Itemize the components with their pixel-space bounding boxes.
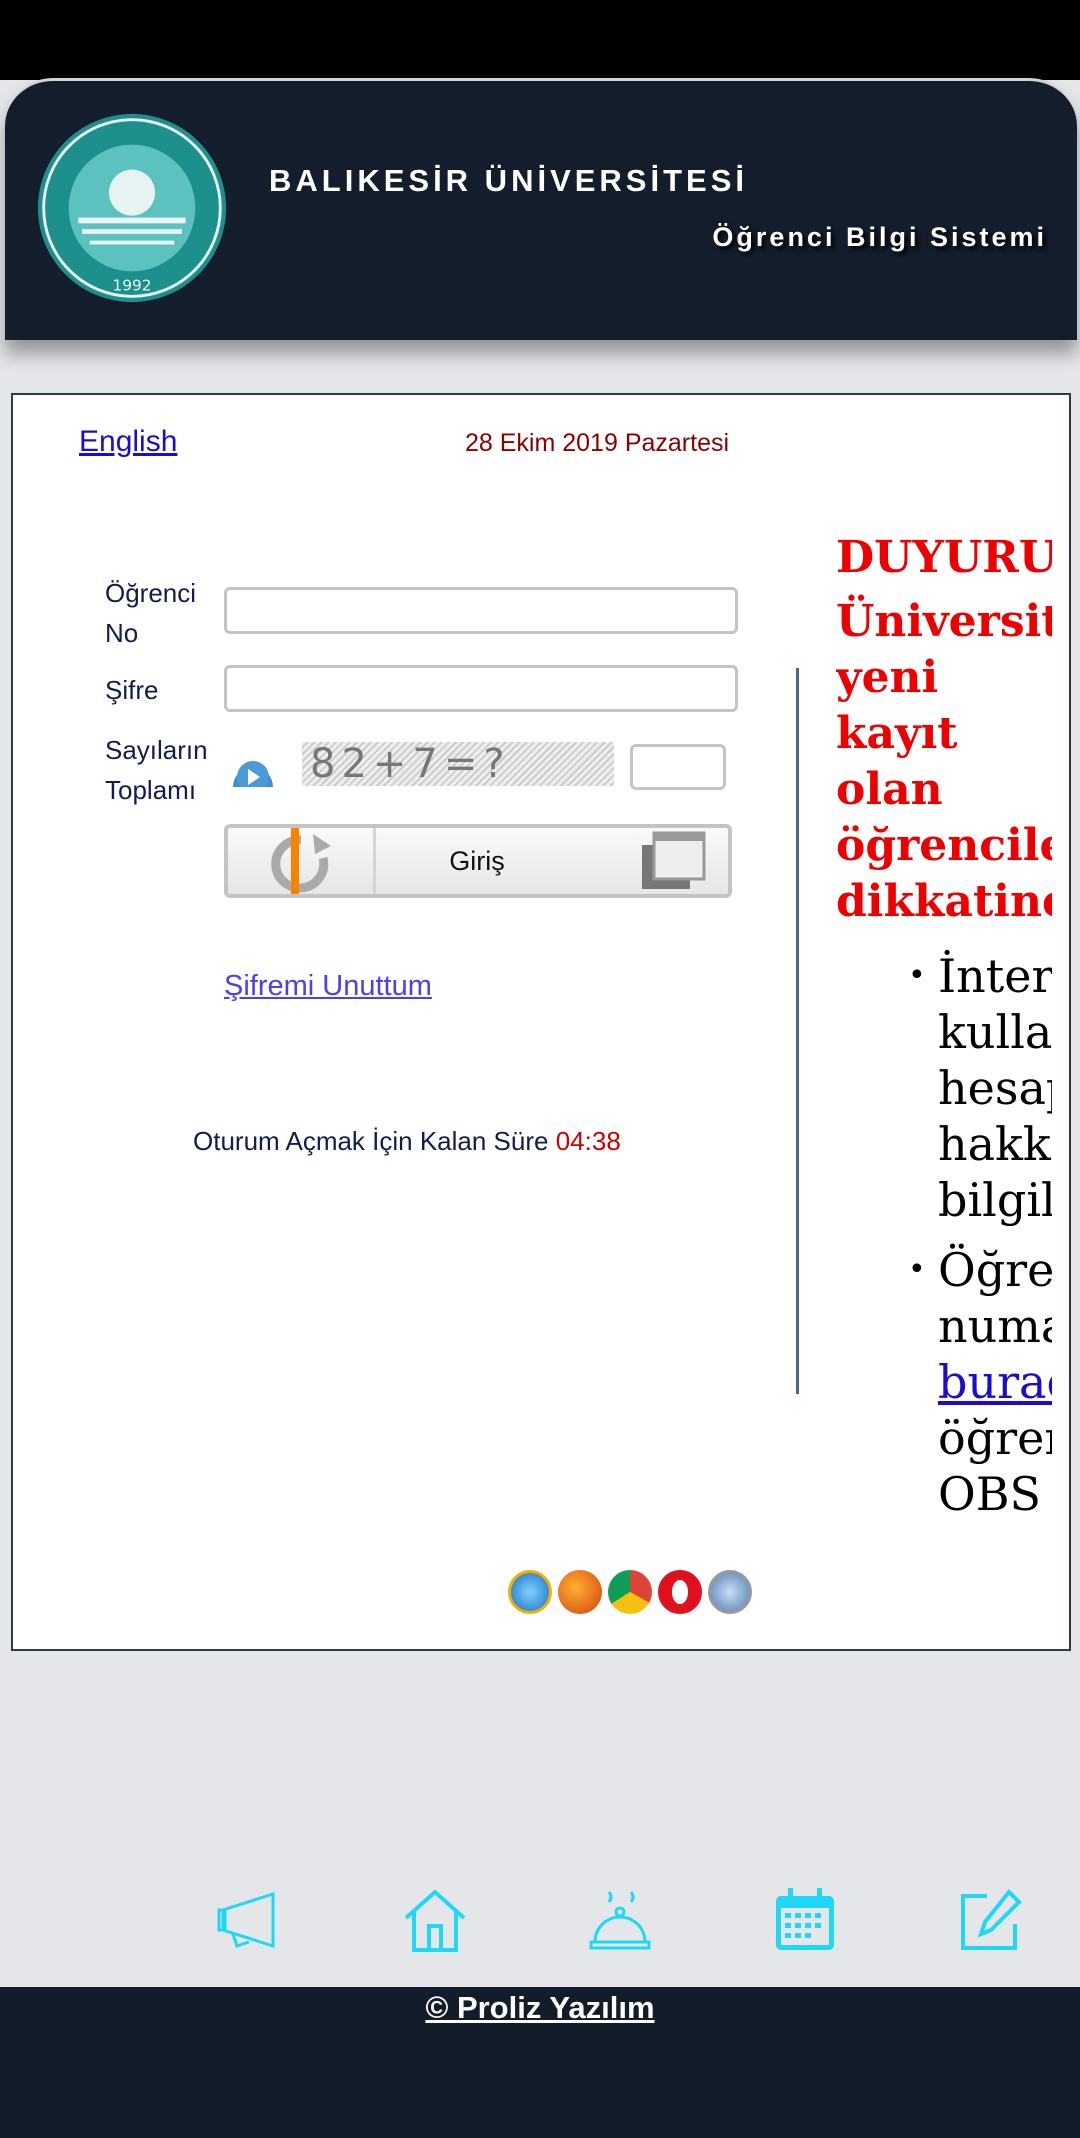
session-timer: Oturum Açmak İçin Kalan Süre 04:38 (193, 1126, 621, 1157)
announcement-heading: DUYURU: (836, 532, 1052, 583)
label-line: Öğrenci (105, 578, 197, 608)
captcha-image: 82+7=? (302, 742, 614, 786)
nav-home[interactable] (375, 1870, 495, 1970)
food-service-icon (589, 1891, 651, 1950)
calendar-icon (776, 1888, 834, 1950)
svg-text:1992: 1992 (112, 277, 151, 295)
forgot-password-link[interactable]: Şifremi Unuttum (224, 970, 432, 1003)
home-icon (404, 1889, 466, 1952)
subheading-line: öğrencilerimizin (836, 820, 1052, 871)
list-item: İnternetkullanıcıhesaplarıhakkındabilgil… (908, 948, 1052, 1228)
password-input[interactable] (224, 665, 738, 712)
safari-icon (708, 1570, 752, 1614)
refresh-icon (228, 828, 376, 894)
subheading-line: olan (836, 764, 943, 815)
subheading-line: dikkatine (836, 876, 1052, 927)
english-link[interactable]: English (79, 425, 177, 459)
item-line: hesapları (938, 1061, 1052, 1115)
nav-edit[interactable] (930, 1870, 1050, 1970)
announcement-list: İnternetkullanıcıhesaplarıhakkındabilgil… (836, 948, 1052, 1522)
status-bar (0, 0, 1080, 80)
item-line: hakkında (938, 1117, 1052, 1171)
label-line: Toplamı (105, 775, 197, 805)
password-label: Şifre (105, 675, 159, 705)
captcha-label: Sayıların Toplamı (105, 730, 208, 810)
university-logo: 1992 (37, 113, 227, 303)
bottom-nav (190, 1870, 1050, 1970)
login-button[interactable]: Giriş (224, 824, 732, 898)
announcement-subheading: Üniversitemize yeni kayıt olan öğrencile… (836, 594, 1052, 930)
window-icon (618, 828, 728, 894)
item-line: öğrenebilirsiniz (938, 1411, 1052, 1465)
university-title: BALIKESİR ÜNİVERSİTESİ (269, 163, 748, 198)
item-line: İnternet (938, 949, 1052, 1003)
list-item: Öğrencinumaranızı buradan öğrenebilirsin… (908, 1242, 1052, 1522)
current-date: 28 Ekim 2019 Pazartesi (465, 429, 730, 457)
nav-announcements[interactable] (190, 1870, 310, 1970)
copyright: © Proliz Yazılım (0, 1990, 1080, 2026)
timer-label: Oturum Açmak İçin Kalan Süre (193, 1126, 549, 1156)
here-link[interactable]: buradan (938, 1355, 1052, 1409)
chrome-icon (608, 1570, 652, 1614)
captcha-answer-input[interactable] (630, 744, 726, 790)
firefox-icon (558, 1570, 602, 1614)
subheading-line: Üniversitemize (836, 596, 1052, 647)
system-subtitle: Öğrenci Bilgi Sistemi (712, 222, 1047, 252)
student-no-label: Öğrenci No (105, 573, 196, 653)
edit-icon (961, 1889, 1022, 1950)
login-button-label: Giriş (449, 845, 505, 876)
subheading-line: kayıt (836, 708, 958, 759)
subheading-line: yeni (836, 652, 939, 703)
timer-value: 04:38 (555, 1126, 621, 1156)
copyright-link[interactable]: © Proliz Yazılım (425, 1990, 654, 2025)
internet-explorer-icon (508, 1570, 552, 1614)
megaphone-icon (217, 1891, 275, 1949)
supported-browsers (508, 1570, 752, 1614)
student-no-input[interactable] (224, 587, 738, 634)
label-line: Sayıların (105, 735, 208, 765)
audio-play-icon[interactable] (233, 755, 273, 787)
opera-icon (658, 1570, 702, 1614)
divider (796, 668, 799, 1394)
nav-calendar[interactable] (745, 1870, 865, 1970)
item-line: numaranızı (938, 1299, 1052, 1353)
announcement-panel[interactable]: DUYURU: Üniversitemize yeni kayıt olan ö… (836, 530, 1052, 1525)
item-line: kullanıcı (938, 1005, 1052, 1059)
item-line: Öğrenci (938, 1243, 1052, 1297)
label-line: No (105, 618, 139, 648)
nav-cafeteria[interactable] (560, 1870, 680, 1970)
item-line: OBS (938, 1467, 1042, 1521)
item-line: bilgiler (938, 1173, 1052, 1227)
